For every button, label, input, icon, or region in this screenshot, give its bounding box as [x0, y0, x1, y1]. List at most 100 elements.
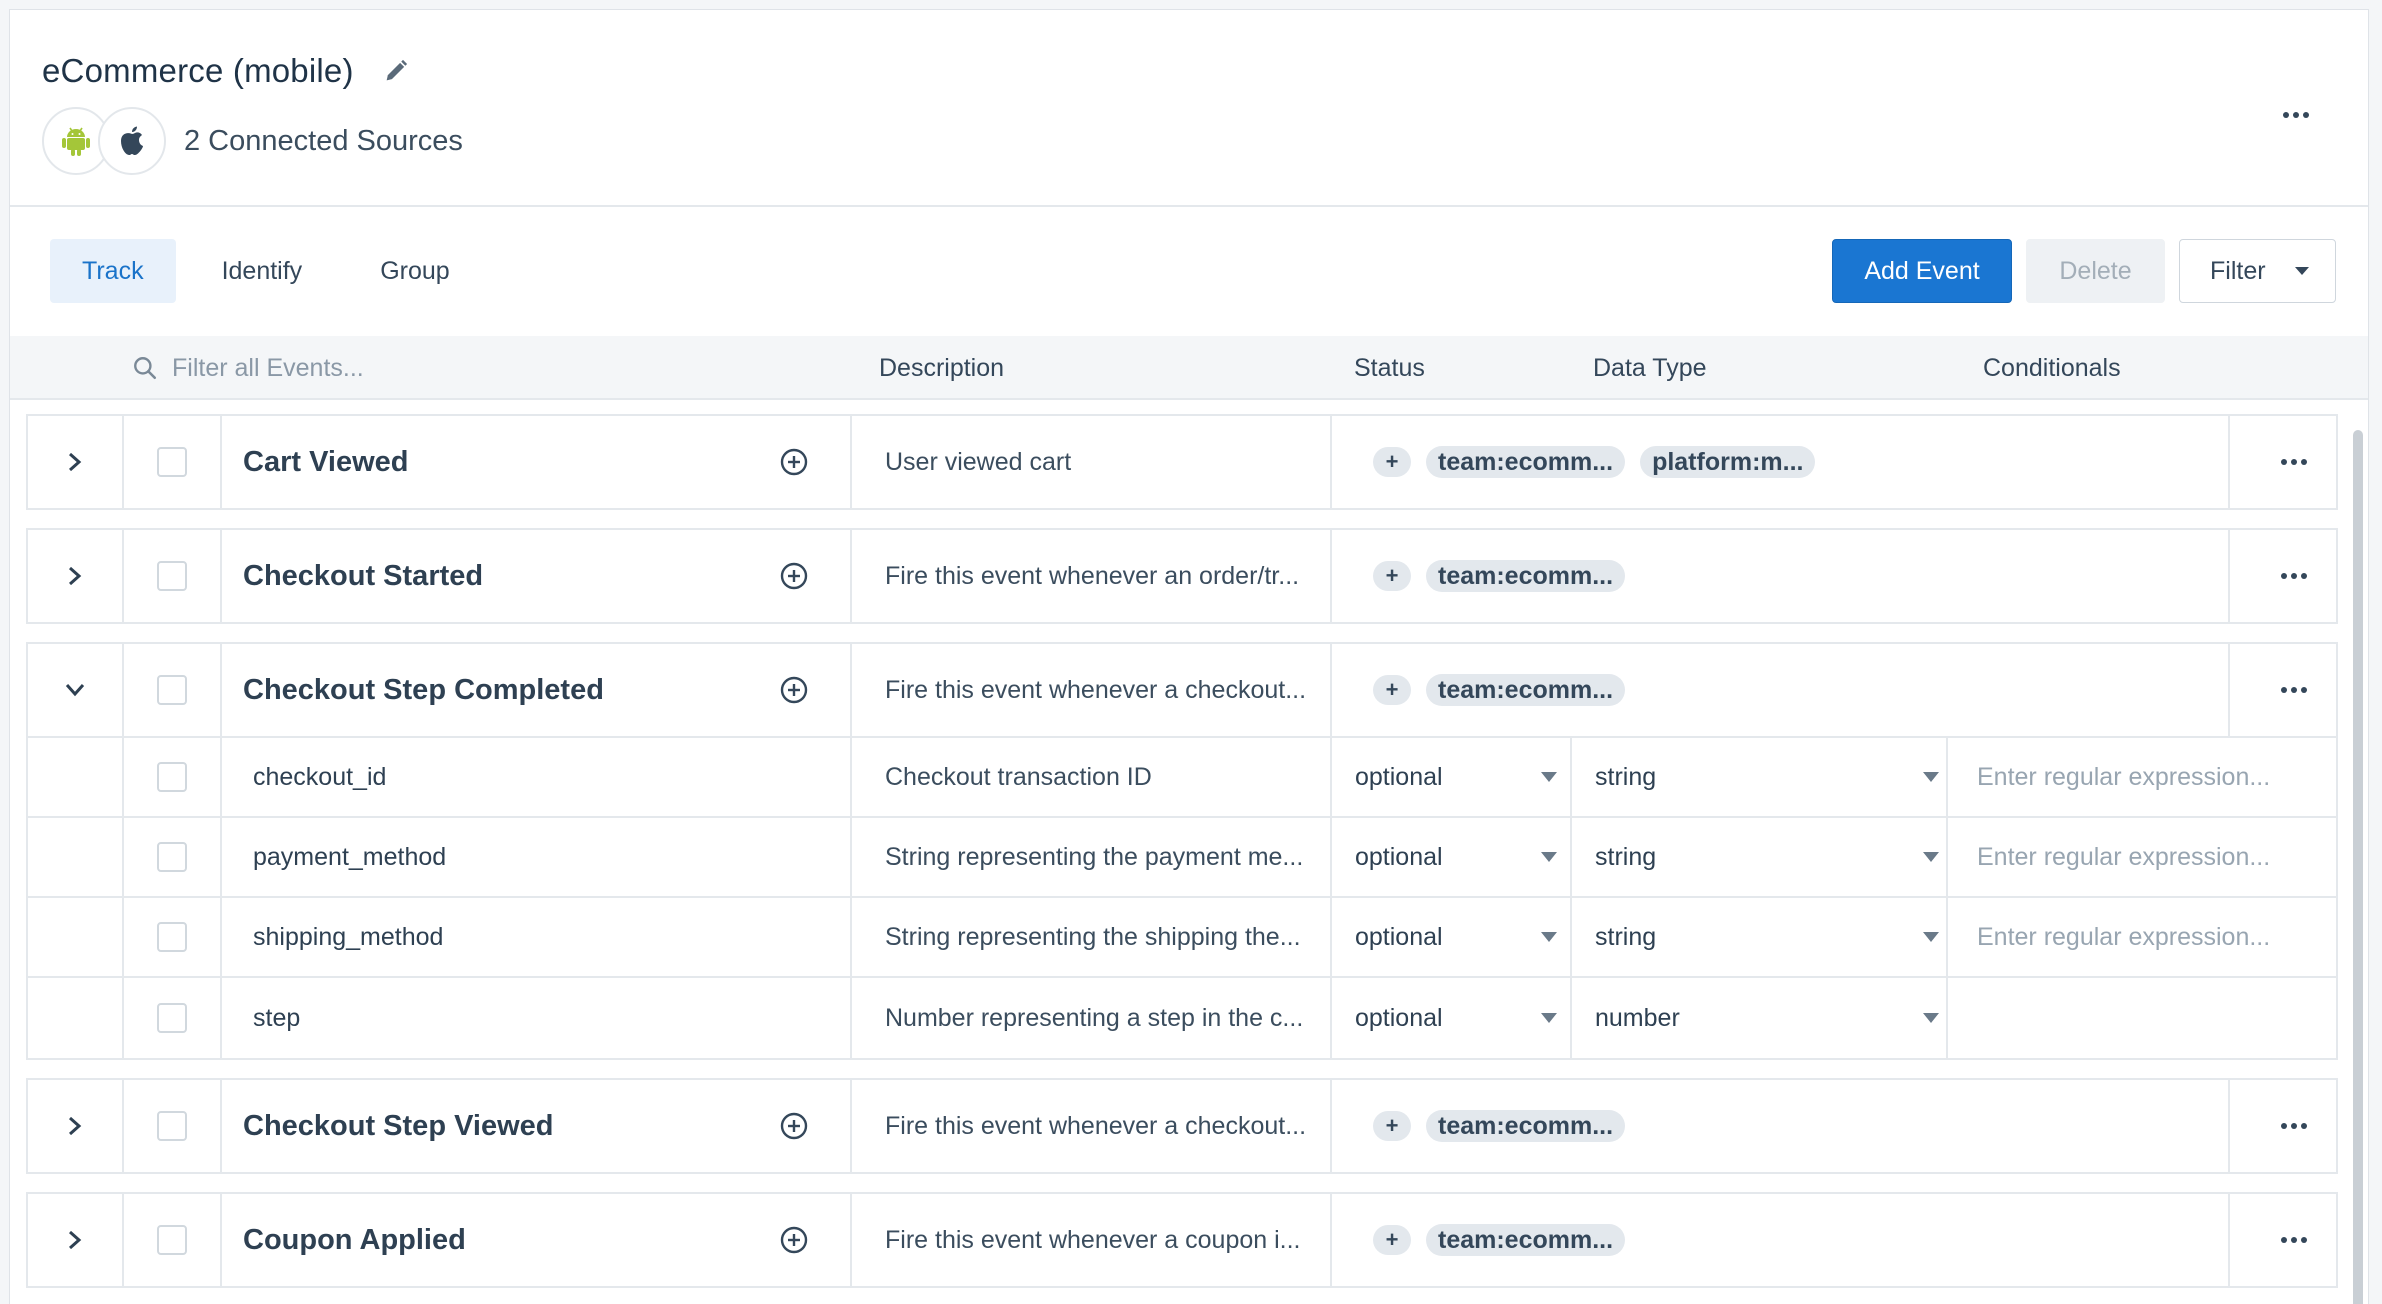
more-options-icon[interactable] — [2248, 1194, 2340, 1286]
label-tag[interactable]: platform:m... — [1640, 446, 1816, 478]
add-label-button[interactable]: + — [1373, 675, 1411, 705]
event-row[interactable]: Checkout Step Completed Fire this event … — [28, 644, 2336, 738]
event-checkbox-cell — [124, 1080, 220, 1172]
property-name: payment_method — [253, 842, 447, 871]
add-property-icon[interactable] — [776, 1080, 812, 1172]
event-checkbox[interactable] — [157, 1225, 187, 1255]
status-select[interactable]: optional — [1355, 898, 1557, 976]
event-row[interactable]: Checkout Started Fire this event wheneve… — [26, 528, 2338, 624]
event-description: User viewed cart — [885, 447, 1072, 476]
add-label-button[interactable]: + — [1373, 1111, 1411, 1141]
event-row[interactable]: Cart Viewed User viewed cart + team:ecom… — [26, 414, 2338, 510]
more-options-icon[interactable] — [2276, 102, 2316, 128]
more-options-icon[interactable] — [2248, 1080, 2340, 1172]
status-select[interactable]: optional — [1355, 818, 1557, 896]
search-icon — [134, 357, 157, 380]
more-options-icon[interactable] — [2248, 416, 2340, 508]
toolbar: Track Identify Group Add Event Delete Fi… — [10, 207, 2368, 335]
regex-input[interactable] — [1977, 818, 2307, 896]
event-checkbox-cell — [124, 530, 220, 622]
property-row: checkout_id Checkout transaction ID opti… — [28, 738, 2336, 818]
caret-down-icon — [1541, 852, 1557, 862]
chevron-down-icon[interactable] — [28, 644, 122, 736]
property-description: Checkout transaction ID — [885, 762, 1152, 791]
label-tag[interactable]: team:ecomm... — [1426, 674, 1626, 706]
event-checkbox[interactable] — [157, 1111, 187, 1141]
column-status: Status — [1354, 354, 1425, 382]
event-description: Fire this event whenever a coupon i... — [885, 1225, 1301, 1254]
toolbar-actions: Add Event Delete Filter — [1832, 239, 2336, 303]
status-value: optional — [1355, 842, 1443, 871]
label-tag[interactable]: team:ecomm... — [1426, 560, 1626, 592]
delete-button[interactable]: Delete — [2026, 239, 2165, 303]
event-type-tabs: Track Identify Group — [50, 239, 496, 303]
source-icon-stack — [42, 107, 166, 175]
filter-dropdown[interactable]: Filter — [2179, 239, 2336, 303]
data-type-select[interactable]: string — [1595, 898, 1939, 976]
property-checkbox[interactable] — [157, 762, 187, 792]
status-select[interactable]: optional — [1355, 738, 1557, 816]
event-row[interactable]: Checkout Step Viewed Fire this event whe… — [26, 1078, 2338, 1174]
connected-sources[interactable]: 2 Connected Sources — [42, 107, 463, 175]
property-name: checkout_id — [253, 762, 387, 791]
event-name: Cart Viewed — [243, 445, 409, 478]
status-value: optional — [1355, 762, 1443, 791]
chevron-right-icon[interactable] — [28, 1080, 122, 1172]
label-tag[interactable]: team:ecomm... — [1426, 1224, 1626, 1256]
more-options-icon[interactable] — [2248, 644, 2340, 736]
add-label-button[interactable]: + — [1373, 561, 1411, 591]
add-label-button[interactable]: + — [1373, 447, 1411, 477]
tab-group[interactable]: Group — [348, 239, 481, 303]
regex-input[interactable] — [1977, 738, 2307, 816]
add-property-icon[interactable] — [776, 644, 812, 736]
property-checkbox[interactable] — [157, 842, 187, 872]
property-checkbox[interactable] — [157, 922, 187, 952]
add-property-icon[interactable] — [776, 416, 812, 508]
event-description: Fire this event whenever a checkout... — [885, 1111, 1307, 1140]
regex-input[interactable] — [1977, 898, 2307, 976]
tab-track[interactable]: Track — [50, 239, 176, 303]
pencil-icon[interactable] — [382, 57, 410, 85]
property-description: String representing the shipping the... — [885, 922, 1301, 951]
event-checkbox[interactable] — [157, 447, 187, 477]
data-type-select[interactable]: number — [1595, 978, 1939, 1058]
event-list: Cart Viewed User viewed cart + team:ecom… — [26, 414, 2338, 1304]
label-tag[interactable]: team:ecomm... — [1426, 1110, 1626, 1142]
data-type-select[interactable]: string — [1595, 738, 1939, 816]
event-labels: + team:ecomm... — [1373, 644, 1626, 736]
more-options-icon[interactable] — [2248, 530, 2340, 622]
search-input[interactable] — [172, 353, 772, 383]
apple-icon — [121, 126, 143, 155]
property-checkbox-cell — [124, 738, 220, 816]
chevron-right-icon[interactable] — [28, 416, 122, 508]
connected-sources-label: 2 Connected Sources — [184, 124, 463, 157]
add-label-button[interactable]: + — [1373, 1225, 1411, 1255]
regex-input[interactable] — [1977, 978, 2307, 1058]
event-name: Coupon Applied — [243, 1223, 466, 1256]
label-tag[interactable]: team:ecomm... — [1426, 446, 1626, 478]
column-conditionals: Conditionals — [1983, 354, 2121, 382]
event-row-expanded: Checkout Step Completed Fire this event … — [26, 642, 2338, 1060]
plan-header: eCommerce (mobile) 2 Connected Sources — [10, 10, 2368, 207]
chevron-right-icon[interactable] — [28, 530, 122, 622]
caret-down-icon — [1923, 852, 1939, 862]
data-type-select[interactable]: string — [1595, 818, 1939, 896]
data-type-value: string — [1595, 922, 1657, 951]
property-name: step — [253, 1003, 301, 1032]
property-checkbox-cell — [124, 898, 220, 976]
event-checkbox[interactable] — [157, 561, 187, 591]
event-name: Checkout Step Completed — [243, 673, 604, 706]
property-checkbox[interactable] — [157, 1003, 187, 1033]
add-property-icon[interactable] — [776, 1194, 812, 1286]
event-checkbox[interactable] — [157, 675, 187, 705]
chevron-right-icon[interactable] — [28, 1194, 122, 1286]
vertical-scrollbar[interactable] — [2353, 430, 2363, 1304]
property-description: String representing the payment me... — [885, 842, 1304, 871]
property-row: payment_method String representing the p… — [28, 818, 2336, 898]
status-select[interactable]: optional — [1355, 978, 1557, 1058]
event-row[interactable]: Coupon Applied Fire this event whenever … — [26, 1192, 2338, 1288]
add-event-button[interactable]: Add Event — [1832, 239, 2012, 303]
caret-down-icon — [1923, 1013, 1939, 1023]
add-property-icon[interactable] — [776, 530, 812, 622]
tab-identify[interactable]: Identify — [190, 239, 335, 303]
